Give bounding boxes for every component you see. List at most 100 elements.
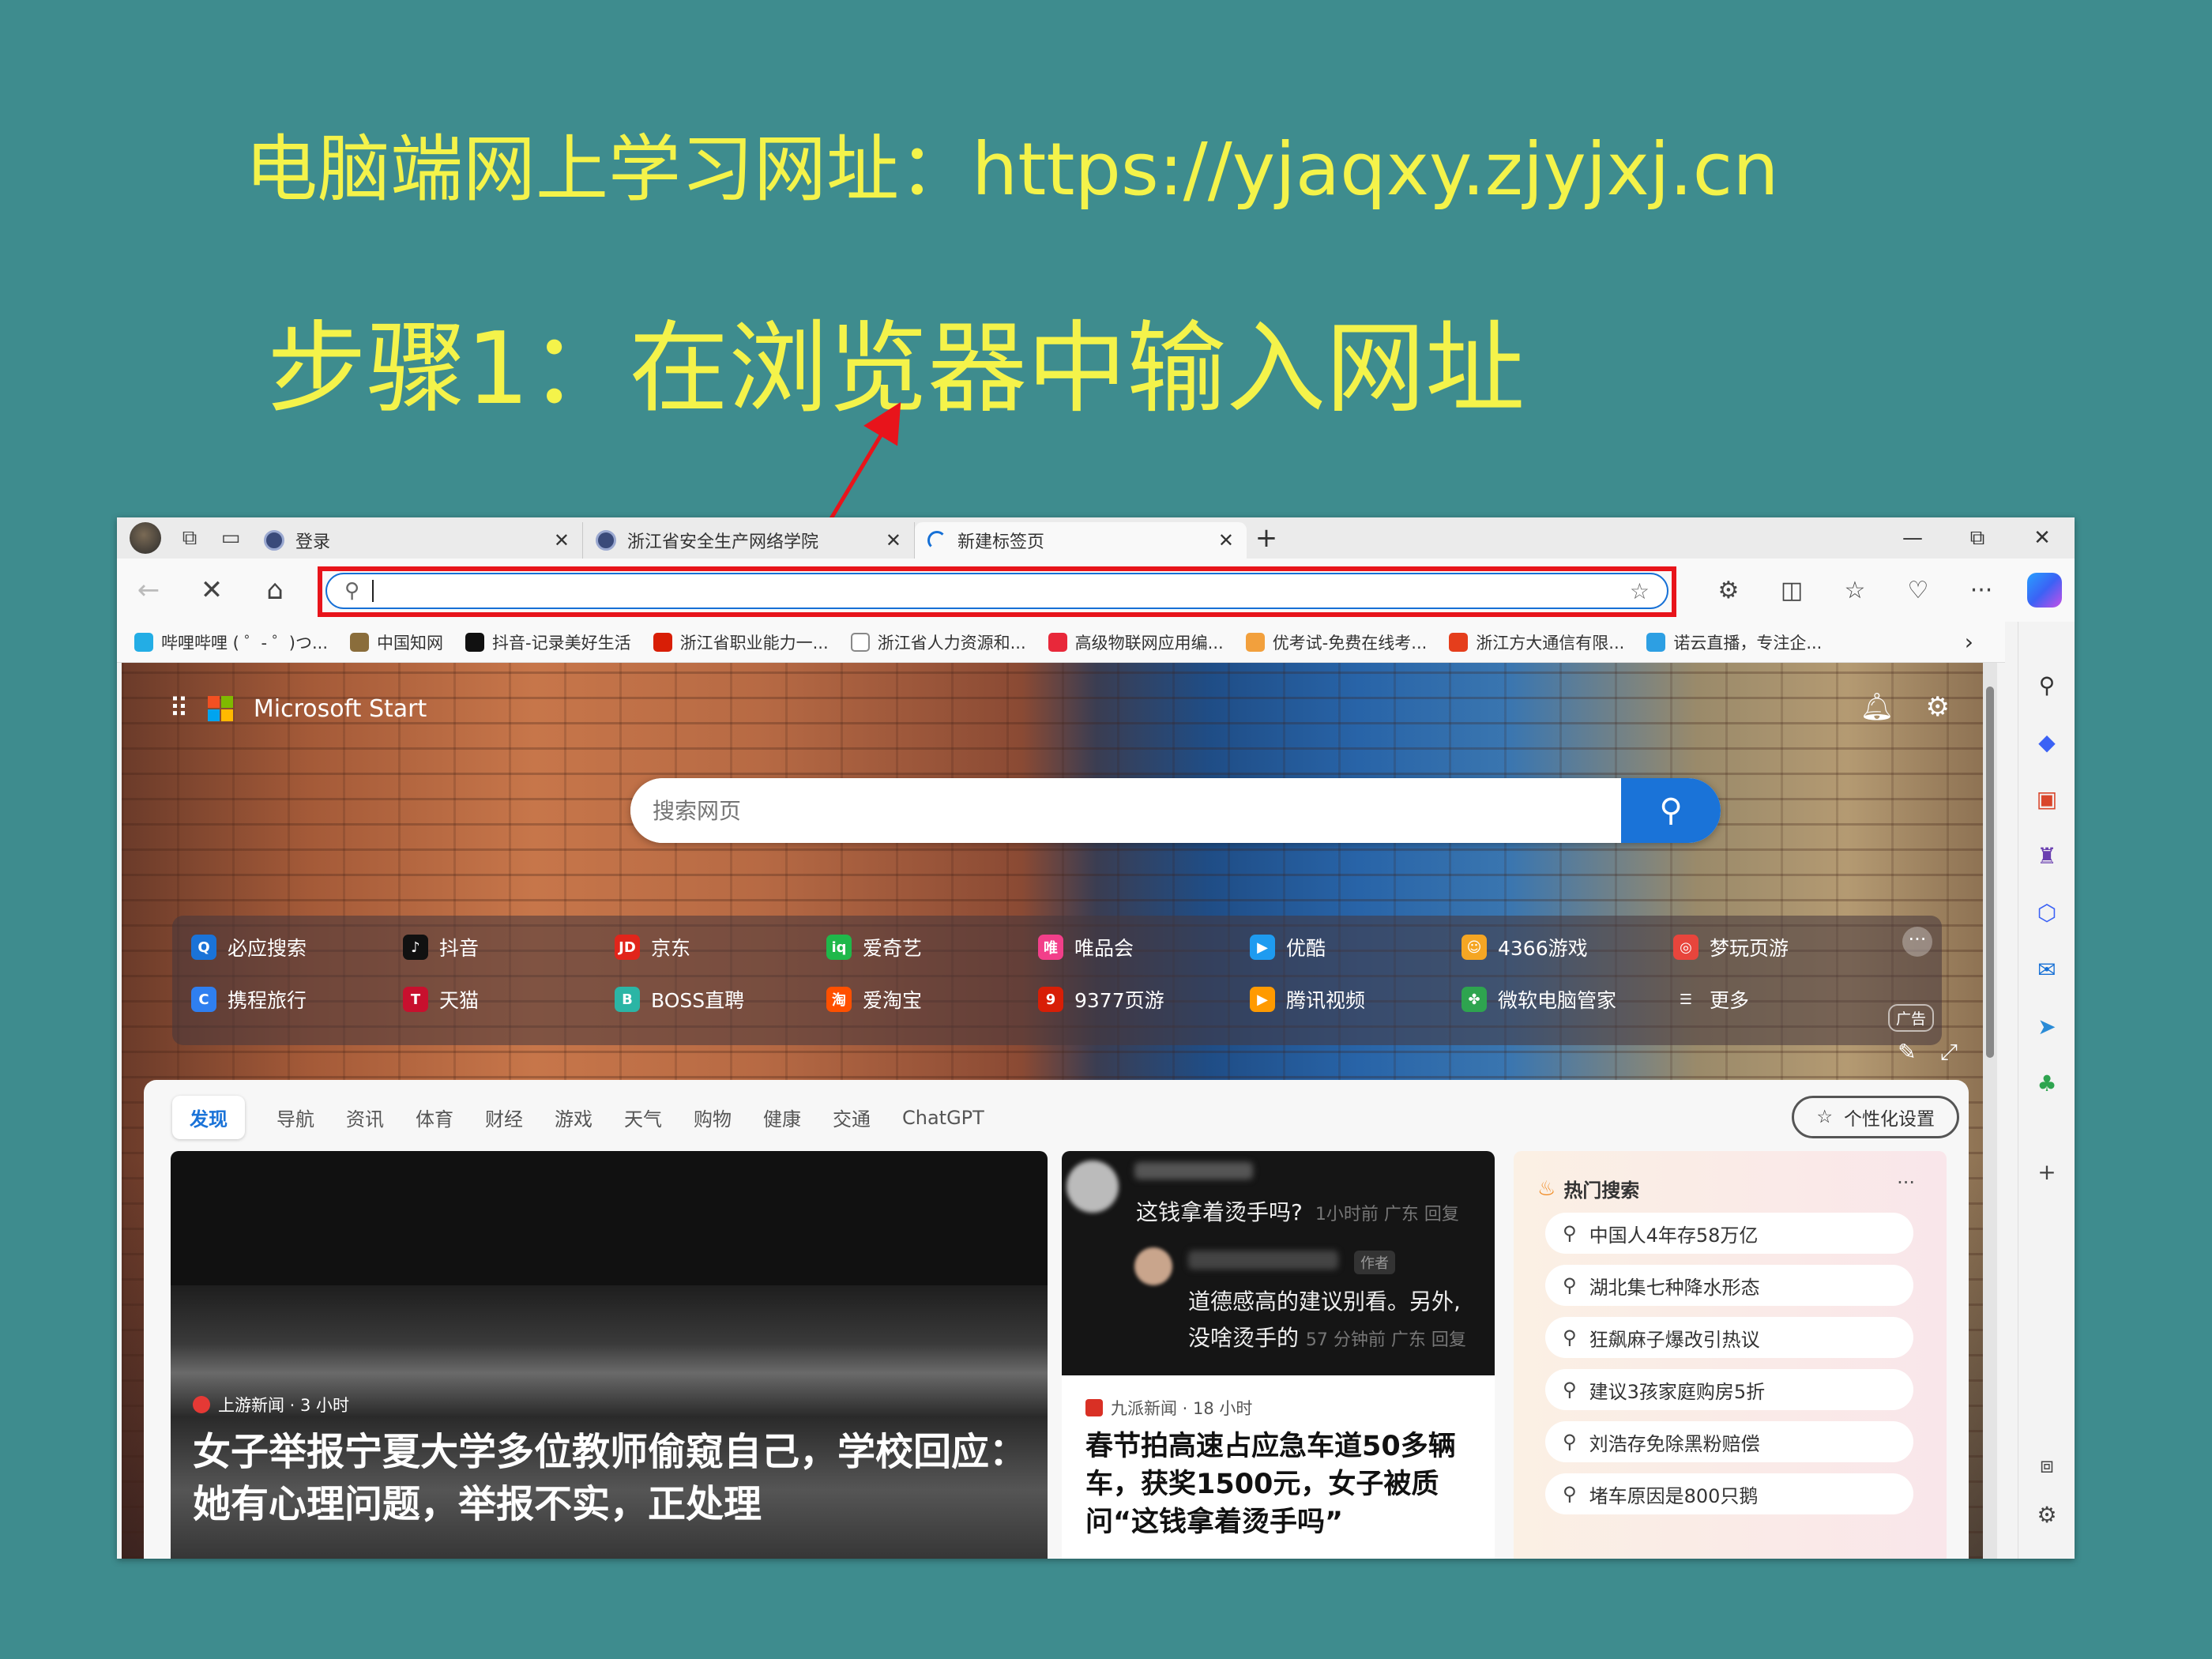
favorites-overflow-icon[interactable]: › [1965,629,1973,655]
shopping-tag-icon[interactable]: ◆ [2033,728,2061,756]
quick-link-vip[interactable]: 唯唯品会 [1038,933,1134,961]
favorite-nuoyun[interactable]: 诺云直播，专注企... [1646,630,1822,654]
tab-safety-academy[interactable]: 浙江省安全生产网络学院 ✕ [583,522,915,559]
personalize-button[interactable]: ☆ 个性化设置 [1792,1096,1959,1138]
boss-icon: B [615,987,640,1012]
quick-link-jd[interactable]: JD 京东 [615,933,690,961]
tools-briefcase-icon[interactable]: ▣ [2033,784,2061,813]
quick-link-tmall[interactable]: T 天猫 [403,985,479,1014]
back-arrow-icon[interactable]: ← [117,559,180,622]
quick-link-more[interactable]: ☰ 更多 [1673,985,1749,1014]
hot-search-item[interactable]: ⚲ 堵车原因是800只鹅 [1545,1473,1913,1514]
notification-bell-icon[interactable]: 🔔︎ [1860,691,1894,723]
search-button[interactable]: ⚲ [1621,778,1721,843]
quick-link-4366[interactable]: ☺ 4366游戏 [1462,933,1588,961]
split-screen-icon[interactable]: ◫ [1760,577,1823,604]
profile-avatar[interactable] [130,522,161,554]
slide-title: 电脑端网上学习网址：https://yjaqxy.zjyjxj.cn [245,127,1779,212]
outlook-icon[interactable]: ✉ [2033,955,2061,984]
favorite-iot[interactable]: 高级物联网应用编... [1048,630,1224,654]
feed-tab-news[interactable]: 资讯 [346,1104,384,1131]
search-icon[interactable]: ⚲ [2033,671,2061,699]
quick-link-ctrip[interactable]: C 携程旅行 [191,985,307,1014]
scrollbar[interactable] [1983,663,1997,1559]
quick-link-9377[interactable]: 9 9377页游 [1038,985,1164,1014]
search-icon: ⚲ [1563,1483,1577,1505]
news-card-main[interactable]: 上游新闻 · 3 小时 女子举报宁夏大学多位教师偷窥自己，学校回应：她有心理问题… [171,1151,1048,1559]
hot-search-item[interactable]: ⚲ 中国人4年存58万亿 [1545,1213,1913,1254]
favorite-cnki[interactable]: 中国知网 [350,630,443,654]
close-tab-icon[interactable]: ✕ [554,529,570,551]
quick-link-mengwan[interactable]: ◎ 梦玩页游 [1673,933,1789,961]
close-tab-icon[interactable]: ✕ [1218,529,1234,551]
send-icon[interactable]: ➤ [2033,1012,2061,1040]
feed-tab-sports[interactable]: 体育 [416,1104,453,1131]
feed-tab-health[interactable]: 健康 [763,1104,801,1131]
quick-links-options-icon[interactable]: ··· [1902,927,1932,957]
tab-login[interactable]: 登录 ✕ [251,522,583,559]
favorite-youkaoshi[interactable]: 优考试-免费在线考... [1245,630,1427,654]
brand-label[interactable]: Microsoft Start [254,695,427,723]
more-menu-icon[interactable]: ··· [1950,577,2013,604]
favorite-bilibili[interactable]: 哔哩哔哩 ( ゜- ゜)つ... [134,630,328,654]
feed-tab-weather[interactable]: 天气 [624,1104,662,1131]
quick-link-iqiyi[interactable]: iq 爱奇艺 [826,933,922,961]
tab-new-tab[interactable]: 新建标签页 ✕ [915,522,1247,559]
feed-tab-traffic[interactable]: 交通 [833,1104,871,1131]
microsoft-logo-icon [207,696,233,721]
quick-link-bing[interactable]: Q 必应搜索 [191,933,307,961]
sidebar-settings-gear-icon[interactable]: ⚙ [2033,1500,2061,1529]
quick-link-youku[interactable]: ▶ 优酷 [1250,933,1326,961]
home-icon[interactable]: ⌂ [243,559,307,622]
hot-search-options-icon[interactable]: ··· [1897,1172,1915,1194]
expand-icon[interactable]: ⤢ [1940,1039,1958,1066]
minimize-button[interactable]: — [1880,526,1945,551]
scrollbar-thumb[interactable] [1986,687,1994,1058]
feed-tab-finance[interactable]: 财经 [485,1104,523,1131]
close-window-button[interactable]: ✕ [2010,526,2075,551]
quick-link-boss[interactable]: B BOSS直聘 [615,985,744,1014]
feed-tab-shopping[interactable]: 购物 [694,1104,732,1131]
hot-search-item[interactable]: ⚲ 建议3孩家庭购房5折 [1545,1369,1913,1410]
close-tab-icon[interactable]: ✕ [886,529,901,551]
tab-actions-icon[interactable]: ▭ [210,517,251,559]
feed-tab-games[interactable]: 游戏 [555,1104,592,1131]
tree-icon[interactable]: ♣ [2033,1069,2061,1097]
news-card-comment[interactable]: 这钱拿着烫手吗? 1小时前 广东 回复 作者 道德感高的建议别看。另外, 没啥烫手… [1062,1151,1495,1559]
web-search-input[interactable] [630,778,1621,843]
mengwan-icon: ◎ [1673,935,1698,960]
restore-button[interactable]: ⧉ [1945,526,2010,551]
youku-icon: ▶ [1250,935,1275,960]
favorites-icon[interactable]: ☆ [1823,577,1887,604]
favorite-zj-vocational[interactable]: 浙江省职业能力一... [653,630,829,654]
favorite-douyin[interactable]: 抖音-记录美好生活 [465,630,631,654]
screenshot-icon[interactable]: ⧈ [2033,1451,2061,1480]
feed-tab-chatgpt[interactable]: ChatGPT [902,1107,984,1129]
feed-tab-nav[interactable]: 导航 [276,1104,314,1131]
bing-search-icon: Q [191,935,216,960]
browser-essentials-icon[interactable]: ♡ [1887,577,1950,604]
hot-search-item[interactable]: ⚲ 湖北集七种降水形态 [1545,1265,1913,1306]
microsoft-365-icon[interactable]: ⬡ [2033,898,2061,927]
comment-reply: 道德感高的建议别看。另外, 没啥烫手的 57 分钟前 广东 回复 [1188,1288,1466,1351]
workspaces-icon[interactable]: ⧉ [169,517,210,559]
games-chess-icon[interactable]: ♜ [2033,841,2061,870]
add-icon[interactable]: + [2033,1157,2061,1186]
hot-search-item[interactable]: ⚲ 狂飙麻子爆改引热议 [1545,1317,1913,1358]
quick-link-tencent-video[interactable]: ▶ 腾讯视频 [1250,985,1365,1014]
quick-link-aitaobao[interactable]: 淘爱淘宝 [826,985,922,1014]
favorite-zj-hr[interactable]: 浙江省人力资源和... [850,630,1026,654]
feed-tab-discover[interactable]: 发现 [172,1096,245,1139]
extensions-icon[interactable]: ⚙ [1697,577,1760,604]
quick-link-pc-manager[interactable]: ✤ 微软电脑管家 [1462,985,1616,1014]
app-launcher-icon[interactable]: ⠿ [169,693,189,724]
new-tab-button[interactable]: + [1247,522,1286,554]
stop-loading-icon[interactable]: ✕ [180,559,243,622]
tmall-icon: T [403,987,428,1012]
page-settings-gear-icon[interactable]: ⚙ [1926,691,1950,723]
quick-link-douyin[interactable]: ♪ 抖音 [403,933,479,961]
hot-search-item[interactable]: ⚲ 刘浩存免除黑粉赔偿 [1545,1421,1913,1462]
copilot-icon[interactable] [2027,573,2062,608]
wallpaper-edit-icon[interactable]: ✎ [1898,1039,1916,1066]
favorite-fangda[interactable]: 浙江方大通信有限... [1449,630,1624,654]
